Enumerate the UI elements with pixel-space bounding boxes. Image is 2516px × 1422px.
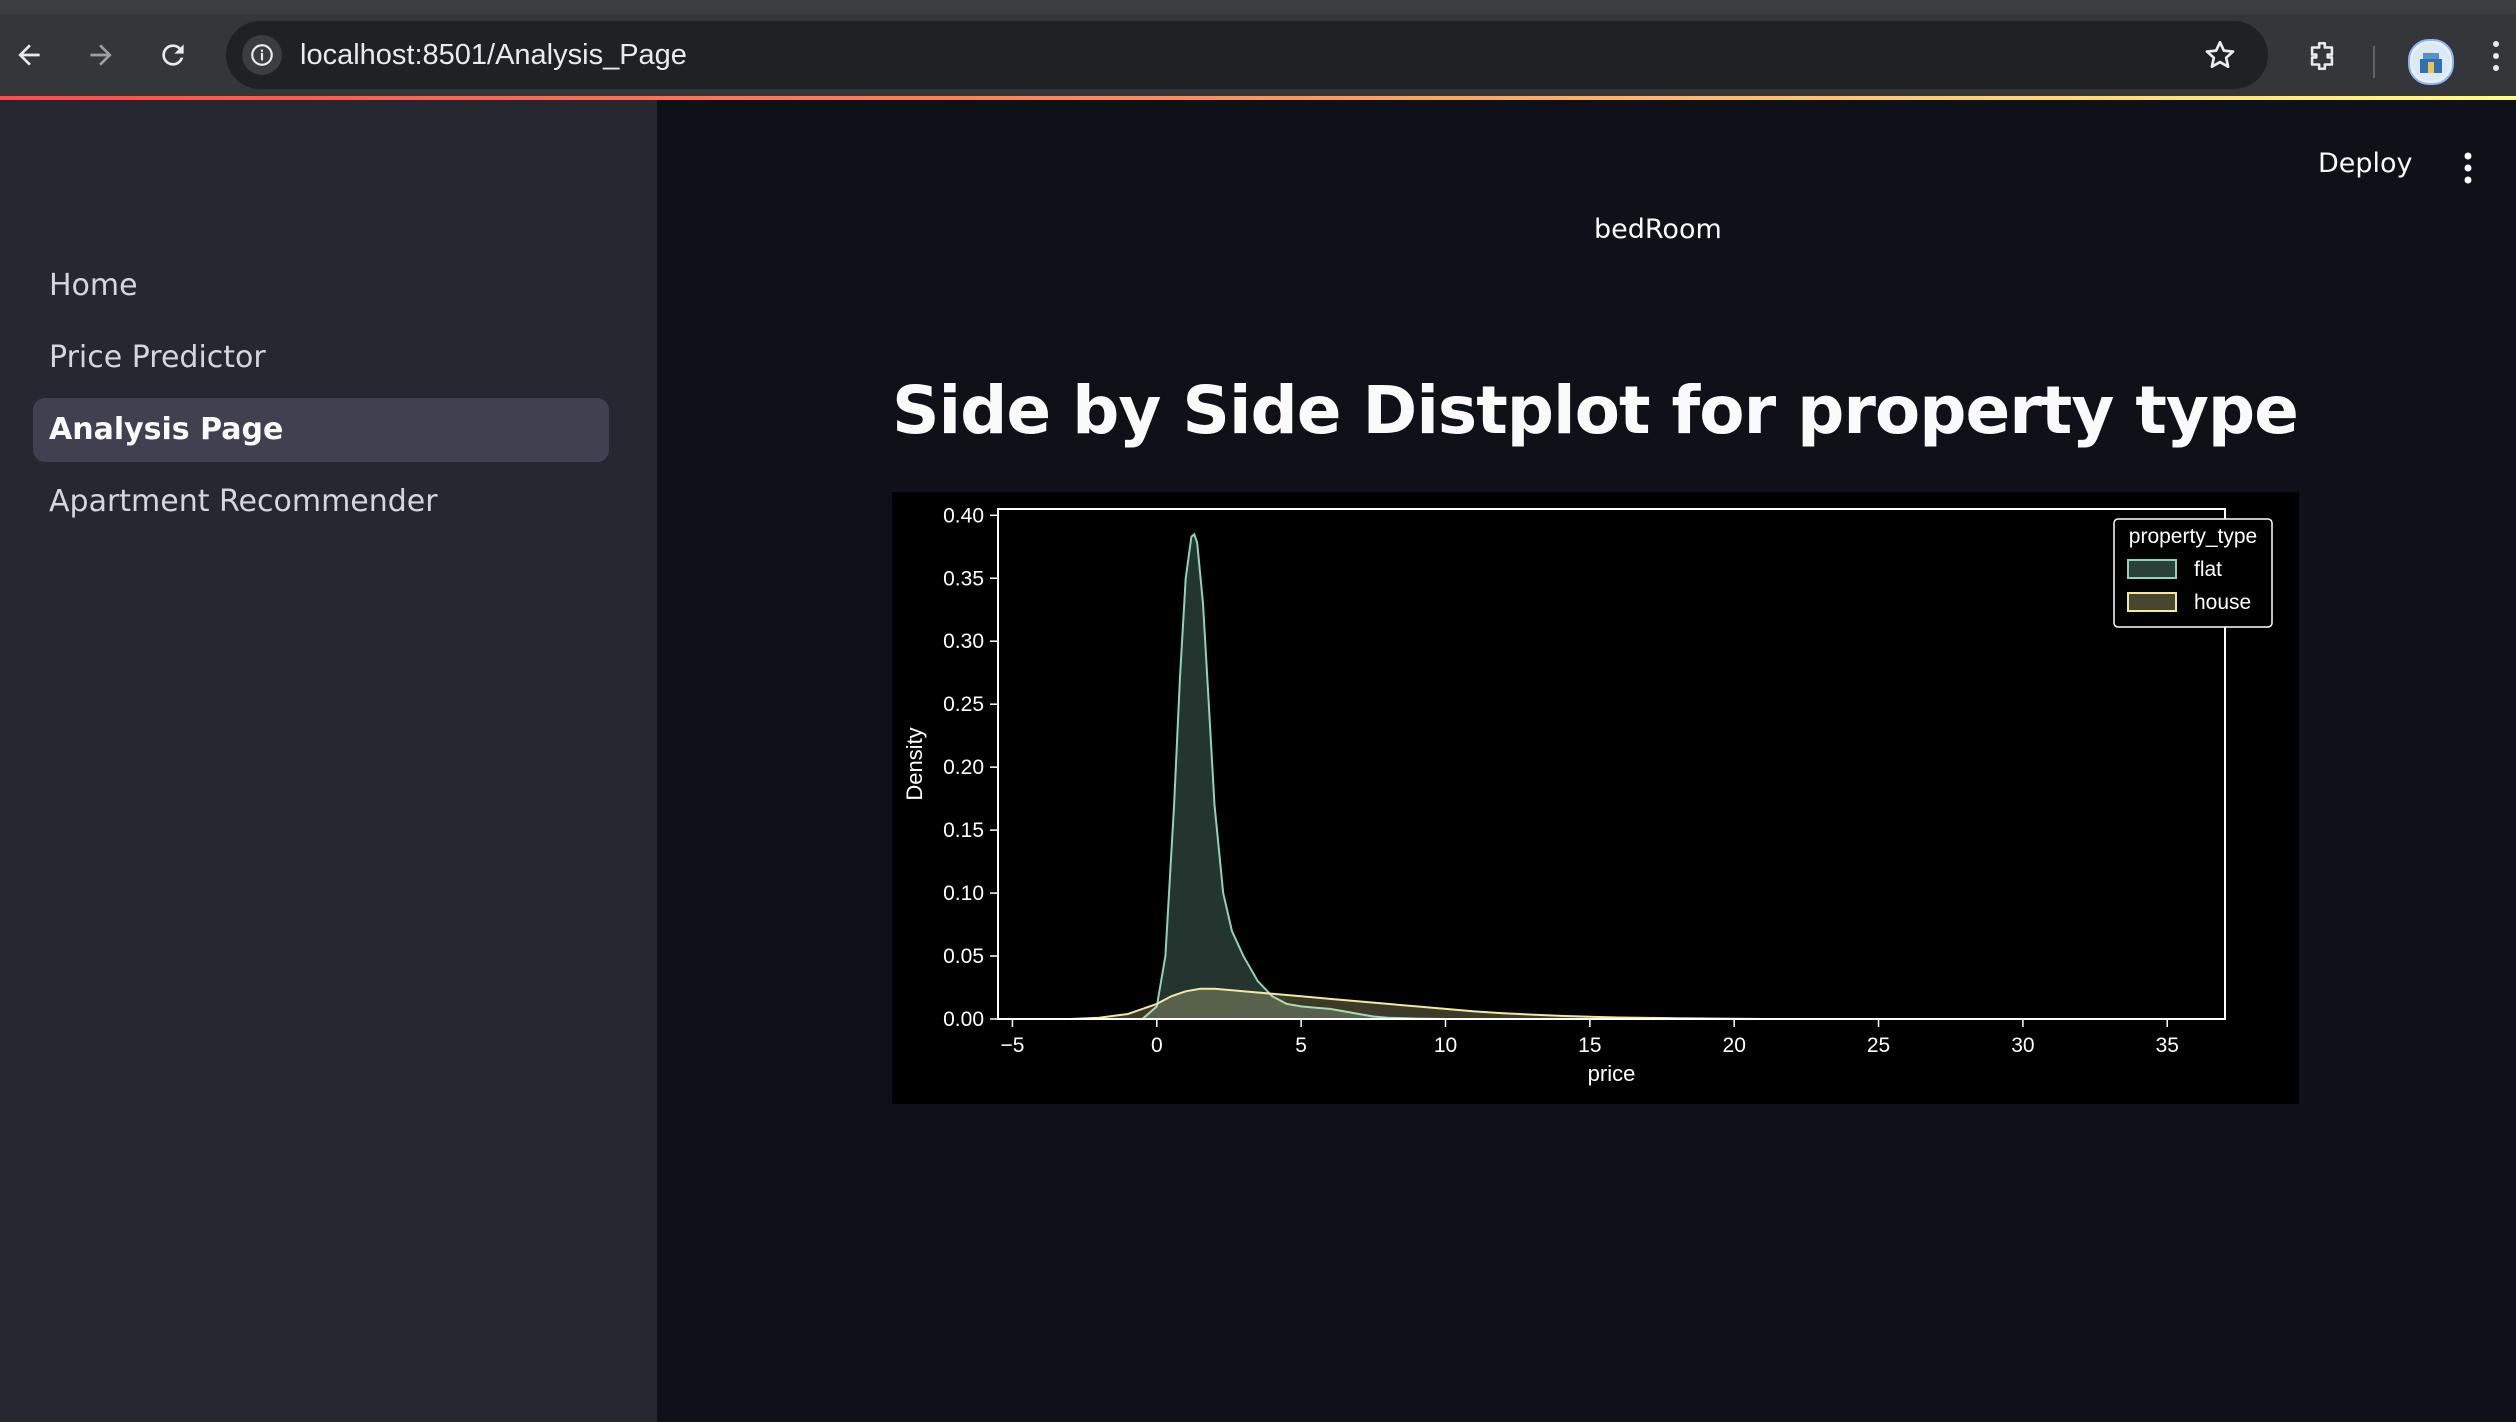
y-axis-label: Density	[902, 727, 927, 800]
url-text: localhost:8501/Analysis_Page	[300, 39, 687, 71]
y-tick-label: 0.20	[943, 756, 984, 779]
deploy-button[interactable]: Deploy	[2318, 148, 2413, 179]
address-bar[interactable]: localhost:8501/Analysis_Page	[226, 21, 2268, 89]
browser-toolbar: localhost:8501/Analysis_Page	[0, 14, 2516, 96]
y-tick-label: 0.40	[943, 504, 984, 527]
y-tick-label: 0.25	[943, 693, 984, 716]
chart-legend: property_typeflat house	[2113, 518, 2273, 628]
page-title: Side by Side Distplot for property type	[892, 372, 2299, 449]
sidebar-item-home[interactable]: Home	[33, 254, 609, 318]
x-tick-label: 25	[1867, 1034, 1890, 1057]
x-tick-label: 5	[1295, 1034, 1307, 1057]
toolbar-divider	[2373, 46, 2375, 78]
x-tick-label: 10	[1434, 1034, 1457, 1057]
sidebar-item-label: Analysis Page	[49, 412, 284, 447]
x-tick-label: −5	[1000, 1034, 1024, 1057]
x-tick-label: 15	[1578, 1034, 1601, 1057]
header-label: bedRoom	[1594, 214, 1722, 245]
x-tick-label: 20	[1723, 1034, 1746, 1057]
back-icon[interactable]	[4, 30, 54, 80]
sidebar-item-apartment-recommender[interactable]: Apartment Recommender	[33, 470, 609, 534]
forward-icon[interactable]	[76, 30, 126, 80]
sidebar-item-analysis-page[interactable]: Analysis Page	[33, 398, 609, 462]
distplot-chart: −5 0 5 10 15 20 25 30 35 0.00 0.05 0.10 0.15 0.20 0.2…	[892, 492, 2299, 1104]
series-area-flat	[1142, 534, 1446, 1019]
site-info-icon[interactable]	[242, 35, 282, 75]
x-tick-label: 35	[2156, 1034, 2179, 1057]
profile-avatar[interactable]	[2408, 39, 2454, 85]
legend-label-house: house	[2194, 591, 2251, 614]
y-tick-label: 0.05	[943, 945, 984, 968]
browser-menu-icon[interactable]	[2476, 36, 2516, 76]
legend-title: property_type	[2129, 525, 2257, 548]
extensions-icon[interactable]	[2302, 36, 2342, 76]
sidebar-item-label: Price Predictor	[49, 340, 266, 375]
browser-tab-strip	[0, 0, 2516, 14]
reload-icon[interactable]	[148, 30, 198, 80]
y-tick-label: 0.35	[943, 567, 984, 590]
sidebar-item-label: Home	[49, 268, 138, 303]
x-axis-label: price	[1588, 1061, 1636, 1086]
sidebar-item-price-predictor[interactable]: Price Predictor	[33, 326, 609, 390]
y-tick-label: 0.10	[943, 882, 984, 905]
legend-swatch-flat	[2127, 559, 2177, 579]
legend-swatch-house	[2127, 592, 2177, 612]
legend-label-flat: flat	[2194, 558, 2222, 581]
bookmark-star-icon[interactable]	[2202, 37, 2238, 73]
app-menu-icon[interactable]	[2458, 150, 2478, 186]
y-tick-label: 0.00	[943, 1008, 984, 1031]
sidebar-item-label: Apartment Recommender	[49, 484, 438, 519]
y-tick-label: 0.30	[943, 630, 984, 653]
y-tick-label: 0.15	[943, 819, 984, 842]
chart-svg: −5 0 5 10 15 20 25 30 35 0.00 0.05 0.10 0.15 0.20 0.2…	[902, 504, 2273, 1086]
sidebar: Home Price Predictor Analysis Page Apart…	[0, 100, 657, 1422]
x-tick-label: 0	[1151, 1034, 1163, 1057]
x-tick-label: 30	[2011, 1034, 2034, 1057]
